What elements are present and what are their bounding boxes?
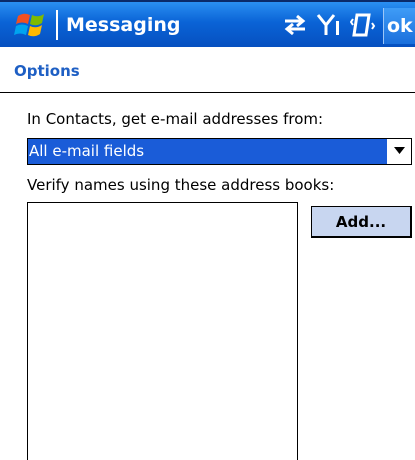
title-separator bbox=[56, 10, 58, 40]
app-title: Messaging bbox=[66, 14, 181, 36]
windows-start-icon[interactable] bbox=[14, 10, 50, 40]
dropdown-arrow-icon[interactable] bbox=[387, 139, 411, 164]
address-books-list[interactable] bbox=[27, 202, 298, 460]
page-title: Options bbox=[14, 62, 80, 80]
signal-icon[interactable] bbox=[316, 13, 342, 37]
connectivity-icon[interactable] bbox=[282, 13, 308, 37]
vibrate-icon[interactable] bbox=[349, 13, 378, 37]
contacts-source-label: In Contacts, get e-mail addresses from: bbox=[27, 110, 324, 128]
address-books-label: Verify names using these address books: bbox=[27, 176, 335, 194]
header-divider bbox=[0, 92, 415, 93]
email-source-value[interactable]: All e-mail fields bbox=[28, 139, 387, 164]
title-bar: Messaging ok bbox=[0, 0, 415, 47]
add-address-book-button[interactable]: Add... bbox=[311, 206, 412, 238]
ok-button[interactable]: ok bbox=[383, 8, 415, 44]
email-source-dropdown[interactable]: All e-mail fields bbox=[27, 138, 412, 165]
